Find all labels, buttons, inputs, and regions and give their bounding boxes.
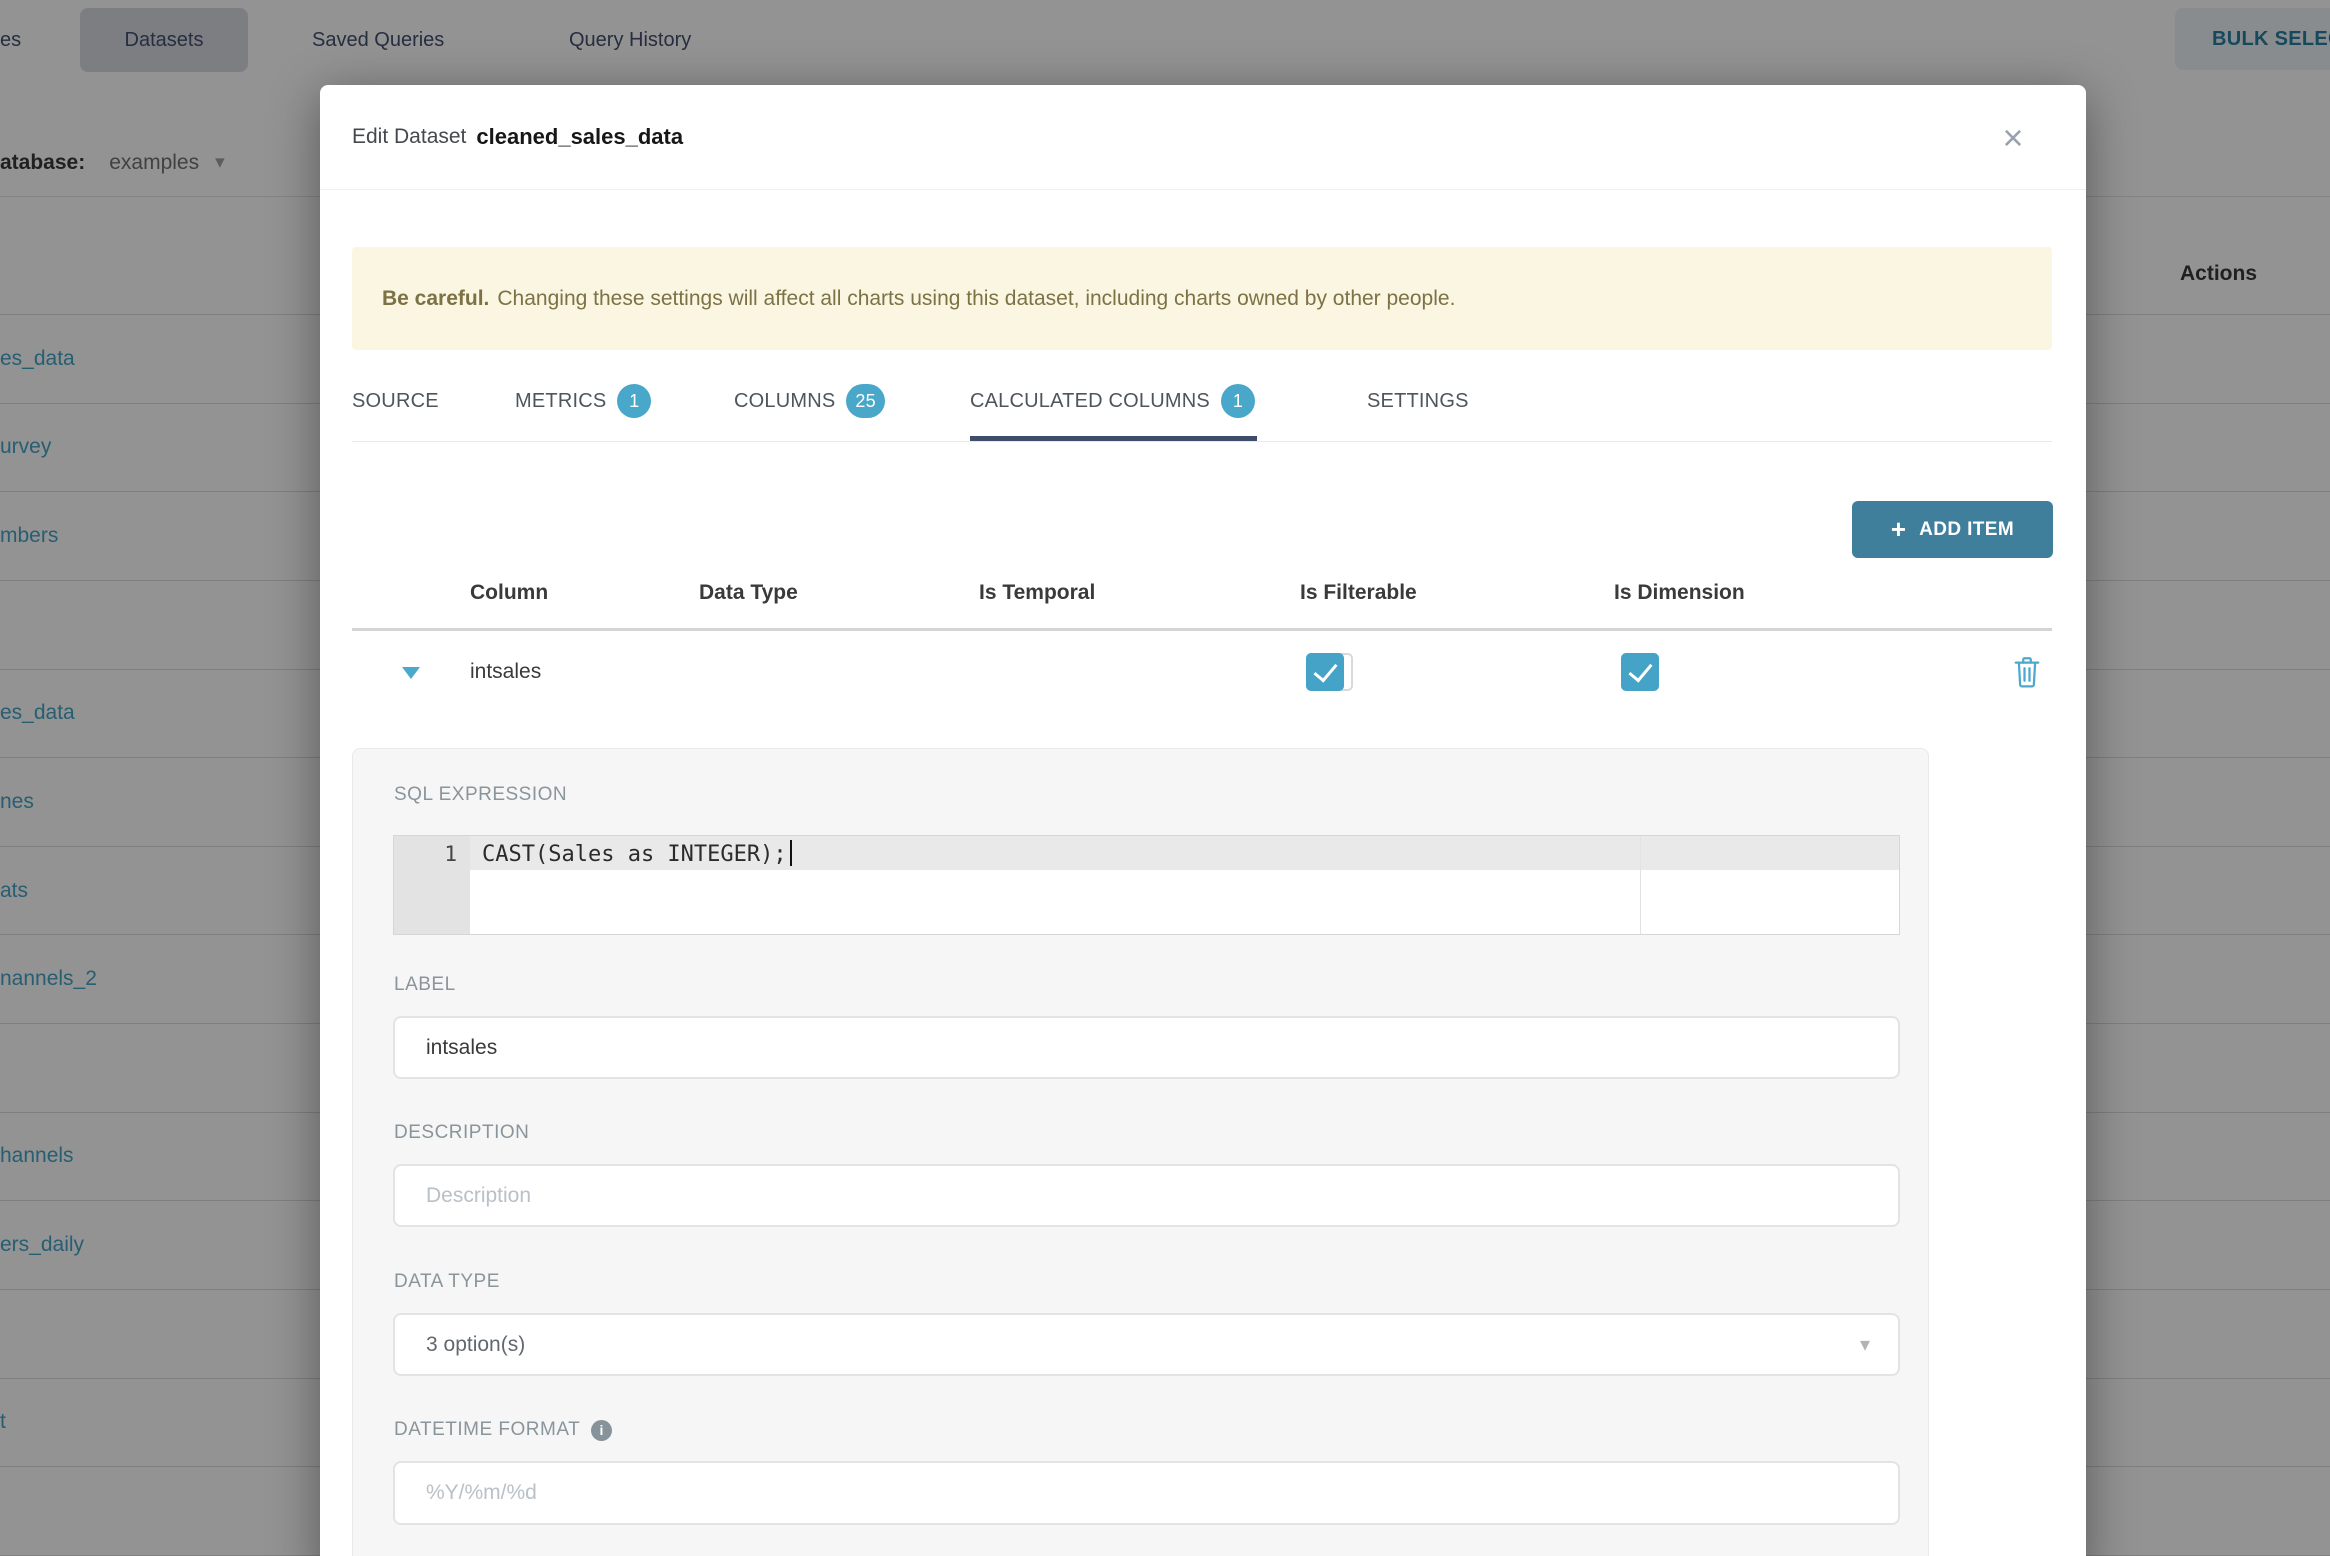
collapse-caret-icon[interactable] — [402, 667, 420, 679]
warning-text: Changing these settings will affect all … — [497, 286, 1456, 310]
tab-columns[interactable]: COLUMNS 25 — [734, 375, 885, 427]
calculated-column-detail-panel: SQL EXPRESSION 1 CAST(Sales as INTEGER);… — [352, 748, 1929, 1556]
tab-metrics[interactable]: METRICS 1 — [515, 375, 652, 427]
column-header-data-type: Data Type — [699, 581, 798, 604]
editor-line-number: 1 — [394, 836, 470, 934]
data-type-select[interactable]: 3 option(s) ▾ — [393, 1313, 1900, 1376]
tab-source[interactable]: SOURCE — [352, 375, 439, 427]
add-item-label: ADD ITEM — [1919, 518, 2015, 540]
editor-print-margin — [1640, 836, 1641, 934]
label-field-label: LABEL — [394, 974, 456, 995]
tab-count-badge: 25 — [846, 384, 885, 418]
calculated-column-name: intsales — [470, 660, 542, 683]
data-type-value: 3 option(s) — [426, 1332, 526, 1356]
info-icon[interactable]: i — [591, 1419, 613, 1441]
column-header-column: Column — [470, 581, 549, 604]
plus-icon: + — [1890, 513, 1907, 544]
tab-label: CALCULATED COLUMNS — [970, 389, 1210, 412]
warning-bold-text: Be careful. — [382, 286, 490, 310]
add-item-button[interactable]: + ADD ITEM — [1852, 501, 2053, 558]
delete-column-button[interactable] — [2008, 653, 2046, 691]
column-header-is-filterable: Is Filterable — [1300, 581, 1417, 604]
tab-calculated-columns[interactable]: CALCULATED COLUMNS 1 — [970, 375, 1257, 442]
sql-expression-code[interactable]: CAST(Sales as INTEGER); — [482, 839, 792, 870]
text-cursor — [789, 840, 792, 866]
modal-title-dataset-name: cleaned_sales_data — [476, 124, 684, 149]
close-icon[interactable]: × — [1988, 113, 2038, 163]
sql-expression-editor[interactable]: 1 CAST(Sales as INTEGER); — [393, 835, 1900, 935]
column-header-is-dimension: Is Dimension — [1614, 581, 1745, 604]
screen: es Datasets Saved Queries Query History … — [0, 0, 2330, 1556]
label-input[interactable] — [393, 1016, 1900, 1079]
datetime-format-input[interactable] — [393, 1461, 1900, 1525]
table-header-divider — [352, 628, 2052, 631]
description-input[interactable] — [393, 1164, 1900, 1227]
modal-header: Edit Dataset cleaned_sales_data — [320, 85, 2086, 190]
caret-down-icon: ▾ — [1859, 1334, 1870, 1356]
description-field-label: DESCRIPTION — [394, 1122, 530, 1143]
tab-settings[interactable]: SETTINGS — [1367, 375, 1469, 427]
column-header-is-temporal: Is Temporal — [979, 581, 1096, 604]
trash-icon — [2014, 657, 2040, 688]
tab-count-badge: 1 — [1220, 384, 1255, 418]
modal-title: Edit Dataset — [352, 125, 467, 148]
is-dimension-checkbox[interactable] — [1621, 653, 1659, 691]
edit-dataset-modal: Edit Dataset cleaned_sales_data × Be car… — [320, 85, 2086, 1556]
is-filterable-checkbox[interactable] — [1306, 653, 1344, 691]
datetime-format-field-label: DATETIME FORMAT i — [394, 1419, 613, 1441]
modal-tabs: SOURCE METRICS 1 COLUMNS 25 CALCULATED C… — [320, 375, 2086, 442]
sql-expression-label: SQL EXPRESSION — [394, 784, 568, 805]
tab-label: METRICS — [515, 389, 607, 412]
tab-count-badge: 1 — [617, 384, 652, 418]
data-type-field-label: DATA TYPE — [394, 1271, 500, 1292]
warning-banner: Be careful. Changing these settings will… — [352, 247, 2052, 350]
tabs-divider — [352, 441, 2052, 442]
tab-label: COLUMNS — [734, 389, 836, 412]
tab-label: SOURCE — [352, 389, 439, 412]
tab-label: SETTINGS — [1367, 389, 1469, 412]
